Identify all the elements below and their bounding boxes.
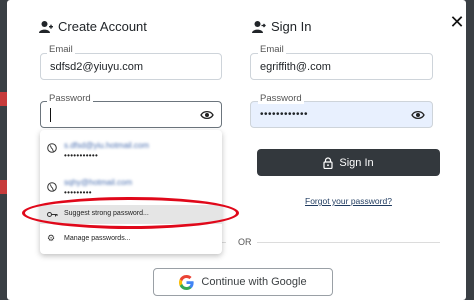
create-password-label: Password [47, 93, 93, 104]
create-account-title: Create Account [39, 19, 147, 34]
manage-passwords-item[interactable]: ⚙ Manage passwords... [40, 231, 222, 249]
create-email-field[interactable]: sdfsd2@yiuyu.com [40, 53, 222, 80]
create-password-field[interactable] [40, 101, 222, 128]
gear-icon: ⚙ [47, 233, 56, 243]
signin-password-field[interactable]: •••••••••••• [250, 101, 433, 128]
saved-account-username: sqhy@hotmail.com [64, 178, 133, 187]
close-icon[interactable]: ✕ [447, 12, 467, 32]
lock-icon [323, 156, 333, 169]
signin-email-value: egriffith@.com [260, 60, 331, 73]
divider-or-text: OR [238, 237, 252, 247]
continue-with-google-button[interactable]: Continue with Google [153, 268, 333, 296]
google-button-label: Continue with Google [201, 276, 307, 288]
sign-in-title-text: Sign In [271, 19, 312, 34]
globe-icon [47, 143, 57, 153]
password-autofill-dropdown: s.dfsd@yiu.hotmail.com ••••••••••• sqhy@… [40, 130, 222, 254]
annotation-ellipse [22, 197, 239, 229]
user-plus-icon [39, 20, 53, 33]
signin-email-label: Email [258, 44, 286, 55]
saved-account-password: ••••••••• [64, 188, 92, 197]
manage-passwords-label: Manage passwords... [64, 235, 131, 242]
auth-modal: ✕ Create Account sdfsd2@yiuyu.com Email … [7, 0, 466, 300]
eye-icon[interactable] [200, 109, 214, 121]
saved-account-item[interactable]: s.dfsd@yiu.hotmail.com ••••••••••• [40, 130, 222, 166]
saved-account-username: s.dfsd@yiu.hotmail.com [64, 141, 150, 150]
text-caret [50, 107, 51, 122]
user-login-icon [252, 20, 266, 33]
saved-account-password: ••••••••••• [64, 151, 99, 160]
google-logo-icon [179, 274, 195, 290]
create-email-value: sdfsd2@yiuyu.com [50, 60, 144, 73]
eye-icon[interactable] [411, 109, 425, 121]
forgot-password-link[interactable]: Forgot your password? [305, 196, 392, 206]
signin-password-value: •••••••••••• [260, 109, 309, 120]
create-email-label: Email [47, 44, 75, 55]
globe-icon [47, 182, 57, 192]
sign-in-title: Sign In [252, 19, 311, 34]
signin-password-label: Password [258, 93, 304, 104]
sign-in-button-label: Sign In [339, 156, 374, 169]
sign-in-button[interactable]: Sign In [257, 149, 440, 176]
create-account-title-text: Create Account [58, 19, 147, 34]
signin-email-field[interactable]: egriffith@.com [250, 53, 433, 80]
divider-line-right [257, 242, 440, 243]
